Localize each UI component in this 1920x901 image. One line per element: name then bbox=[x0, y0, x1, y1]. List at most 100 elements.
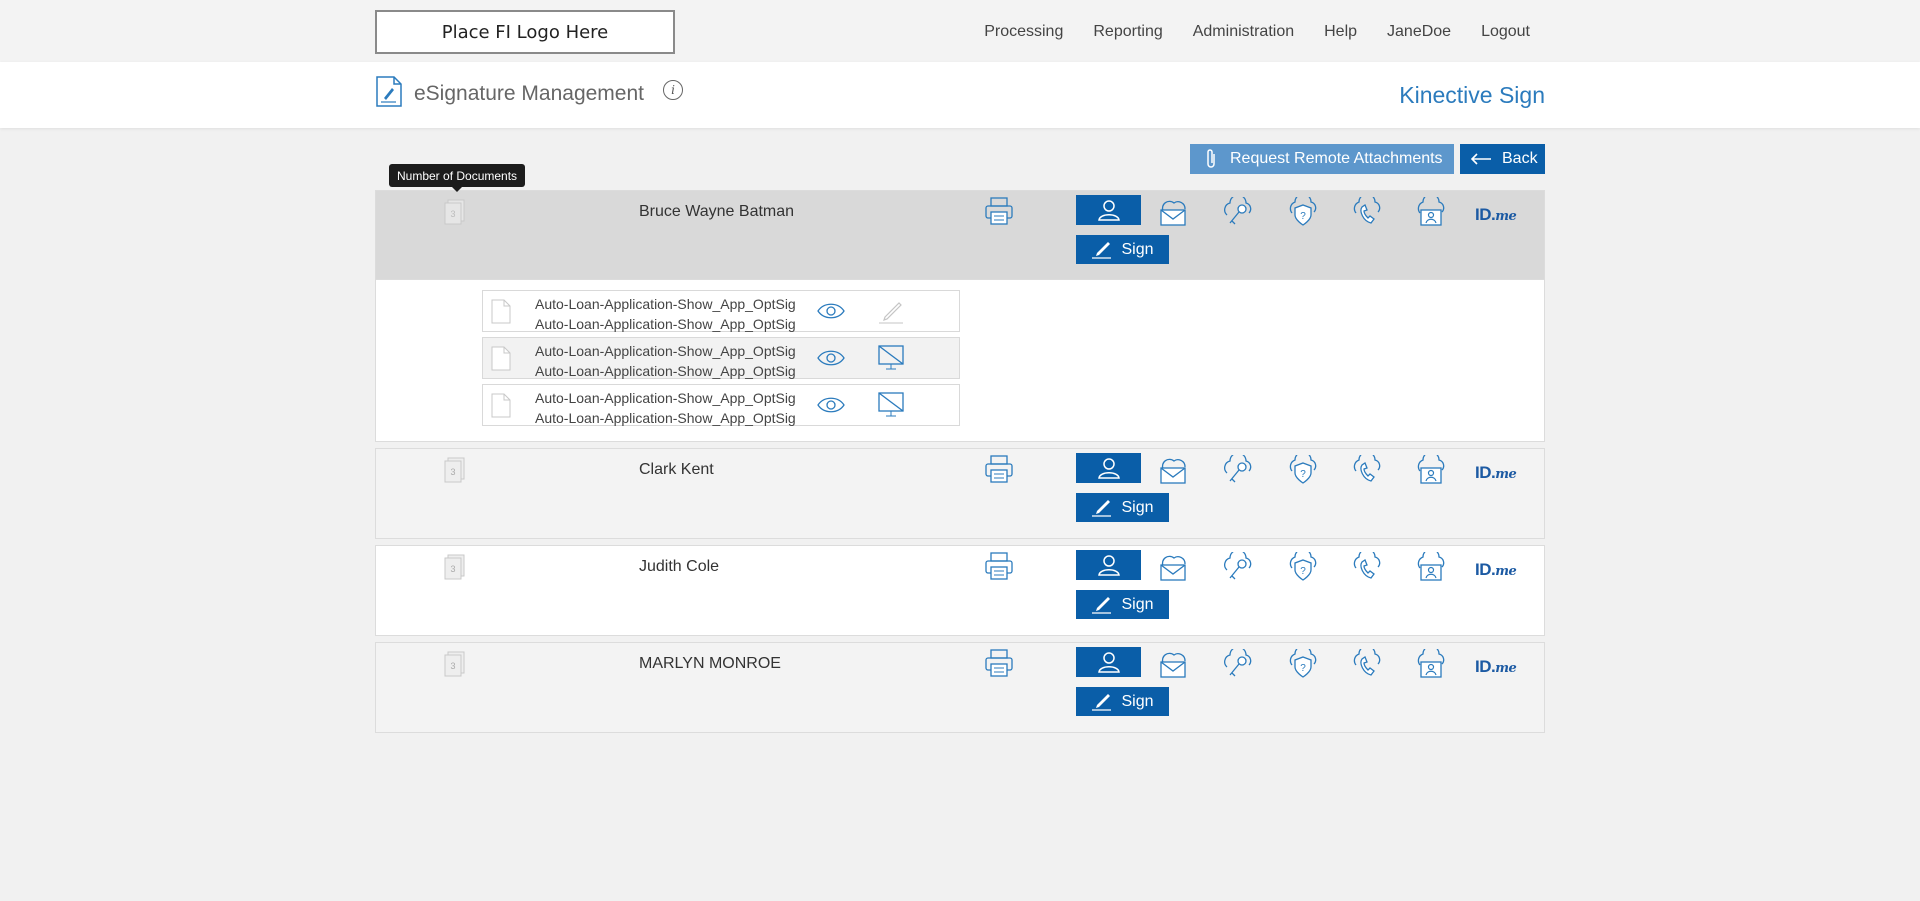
email-cloud-icon[interactable] bbox=[1158, 455, 1190, 485]
in-person-auth-button[interactable] bbox=[1076, 453, 1141, 483]
idme-sub-text: me bbox=[1495, 564, 1517, 579]
question-shield-icon[interactable]: ? bbox=[1287, 455, 1319, 485]
person-icon bbox=[1097, 200, 1120, 221]
in-person-auth-button[interactable] bbox=[1076, 195, 1141, 225]
sign-label: Sign bbox=[1121, 692, 1154, 710]
document-name: Auto-Loan-Application-Show_App_OptSig bbox=[535, 343, 796, 359]
id-card-cloud-icon[interactable] bbox=[1415, 455, 1447, 485]
document-count-icon[interactable]: 3 bbox=[444, 554, 466, 580]
back-button[interactable]: Back bbox=[1460, 144, 1545, 174]
pen-icon[interactable] bbox=[877, 297, 905, 325]
email-cloud-icon[interactable] bbox=[1158, 649, 1190, 679]
nav-processing[interactable]: Processing bbox=[984, 23, 1063, 41]
signer-name[interactable]: Bruce Wayne Batman bbox=[639, 203, 794, 221]
key-cloud-icon[interactable] bbox=[1222, 649, 1254, 679]
nav-administration[interactable]: Administration bbox=[1193, 23, 1294, 41]
person-icon bbox=[1097, 652, 1120, 673]
signer-name[interactable]: Clark Kent bbox=[639, 461, 714, 479]
esignature-document-icon bbox=[376, 76, 402, 107]
file-icon bbox=[491, 393, 511, 418]
signer-row: 3 MARLYN MONROE ? ID.me Sign bbox=[375, 642, 1545, 733]
no-screen-icon[interactable] bbox=[877, 344, 905, 372]
signer-row: 3 Clark Kent ? ID.me Sign bbox=[375, 448, 1545, 539]
document-count-icon[interactable]: 3 bbox=[444, 457, 466, 483]
key-cloud-icon[interactable] bbox=[1222, 455, 1254, 485]
phone-cloud-icon[interactable] bbox=[1351, 552, 1383, 582]
phone-cloud-icon[interactable] bbox=[1351, 649, 1383, 679]
email-cloud-icon[interactable] bbox=[1158, 552, 1190, 582]
in-person-auth-button[interactable] bbox=[1076, 550, 1141, 580]
in-person-auth-button[interactable] bbox=[1076, 647, 1141, 677]
question-shield-icon[interactable]: ? bbox=[1287, 552, 1319, 582]
email-cloud-icon[interactable] bbox=[1158, 197, 1190, 227]
svg-text:3: 3 bbox=[450, 209, 455, 219]
id-card-cloud-icon[interactable] bbox=[1415, 552, 1447, 582]
request-remote-attachments-button[interactable]: Request Remote Attachments bbox=[1190, 144, 1454, 174]
svg-text:?: ? bbox=[1300, 469, 1306, 480]
id-card-cloud-icon[interactable] bbox=[1415, 649, 1447, 679]
brand-name: Kinective Sign bbox=[1399, 82, 1545, 108]
idme-sub-text: me bbox=[1495, 467, 1517, 482]
id-card-cloud-icon[interactable] bbox=[1415, 197, 1447, 227]
signer-row: 3 Judith Cole ? ID.me Sign bbox=[375, 545, 1545, 636]
eye-icon[interactable] bbox=[817, 349, 845, 367]
eye-icon[interactable] bbox=[817, 396, 845, 414]
file-icon bbox=[491, 299, 511, 324]
document-name: Auto-Loan-Application-Show_App_OptSig bbox=[535, 390, 796, 406]
sign-button[interactable]: Sign bbox=[1076, 235, 1169, 264]
idme-logo[interactable]: ID.me bbox=[1475, 463, 1517, 483]
phone-cloud-icon[interactable] bbox=[1351, 197, 1383, 227]
idme-main-text: ID. bbox=[1475, 560, 1496, 579]
key-cloud-icon[interactable] bbox=[1222, 552, 1254, 582]
fi-logo[interactable]: Place FI Logo Here bbox=[375, 10, 675, 54]
signer-name[interactable]: Judith Cole bbox=[639, 558, 719, 576]
sign-label: Sign bbox=[1121, 595, 1154, 613]
nav-user[interactable]: JaneDoe bbox=[1387, 23, 1451, 41]
document-names: Auto-Loan-Application-Show_App_OptSig Aut… bbox=[535, 341, 796, 381]
question-shield-icon[interactable]: ? bbox=[1287, 649, 1319, 679]
person-icon bbox=[1097, 458, 1120, 479]
sign-button[interactable]: Sign bbox=[1076, 590, 1169, 619]
print-icon[interactable] bbox=[985, 197, 1013, 225]
arrow-left-icon bbox=[1470, 153, 1491, 165]
idme-main-text: ID. bbox=[1475, 205, 1496, 224]
document-row: Auto-Loan-Application-Show_App_OptSig Aut… bbox=[482, 337, 960, 379]
top-navigation: Place FI Logo Here Processing Reporting … bbox=[0, 0, 1920, 62]
idme-logo[interactable]: ID.me bbox=[1475, 657, 1517, 677]
document-names: Auto-Loan-Application-Show_App_OptSig Aut… bbox=[535, 294, 796, 334]
sign-button[interactable]: Sign bbox=[1076, 687, 1169, 716]
document-name-secondary: Auto-Loan-Application-Show_App_OptSig bbox=[535, 363, 796, 379]
phone-cloud-icon[interactable] bbox=[1351, 455, 1383, 485]
nav-logout[interactable]: Logout bbox=[1481, 23, 1530, 41]
document-name-secondary: Auto-Loan-Application-Show_App_OptSig bbox=[535, 410, 796, 426]
print-icon[interactable] bbox=[985, 455, 1013, 483]
question-shield-icon[interactable]: ? bbox=[1287, 197, 1319, 227]
print-icon[interactable] bbox=[985, 649, 1013, 677]
info-icon[interactable]: i bbox=[663, 80, 683, 100]
key-cloud-icon[interactable] bbox=[1222, 197, 1254, 227]
idme-main-text: ID. bbox=[1475, 463, 1496, 482]
print-icon[interactable] bbox=[985, 552, 1013, 580]
nav-reporting[interactable]: Reporting bbox=[1093, 23, 1162, 41]
nav-help[interactable]: Help bbox=[1324, 23, 1357, 41]
document-names: Auto-Loan-Application-Show_App_OptSig Aut… bbox=[535, 388, 796, 428]
document-count-icon[interactable]: 3 bbox=[444, 651, 466, 677]
document-count-icon[interactable]: 3 bbox=[444, 199, 466, 225]
document-row: Auto-Loan-Application-Show_App_OptSig Aut… bbox=[482, 384, 960, 426]
person-icon bbox=[1097, 555, 1120, 576]
document-count: 3 bbox=[450, 661, 455, 671]
main-nav: Processing Reporting Administration Help… bbox=[954, 23, 1530, 41]
sign-label: Sign bbox=[1121, 498, 1154, 516]
file-icon bbox=[491, 346, 511, 371]
sign-button[interactable]: Sign bbox=[1076, 493, 1169, 522]
paperclip-icon bbox=[1207, 149, 1215, 168]
eye-icon[interactable] bbox=[817, 302, 845, 320]
document-name-secondary: Auto-Loan-Application-Show_App_OptSig bbox=[535, 316, 796, 332]
signer-name[interactable]: MARLYN MONROE bbox=[639, 655, 781, 673]
no-screen-icon[interactable] bbox=[877, 391, 905, 419]
documents-panel: Auto-Loan-Application-Show_App_OptSig Aut… bbox=[375, 280, 1545, 442]
page-header: eSignature Management i Kinective Sign bbox=[0, 62, 1920, 128]
document-name: Auto-Loan-Application-Show_App_OptSig bbox=[535, 296, 796, 312]
idme-logo[interactable]: ID.me bbox=[1475, 205, 1517, 225]
idme-logo[interactable]: ID.me bbox=[1475, 560, 1517, 580]
